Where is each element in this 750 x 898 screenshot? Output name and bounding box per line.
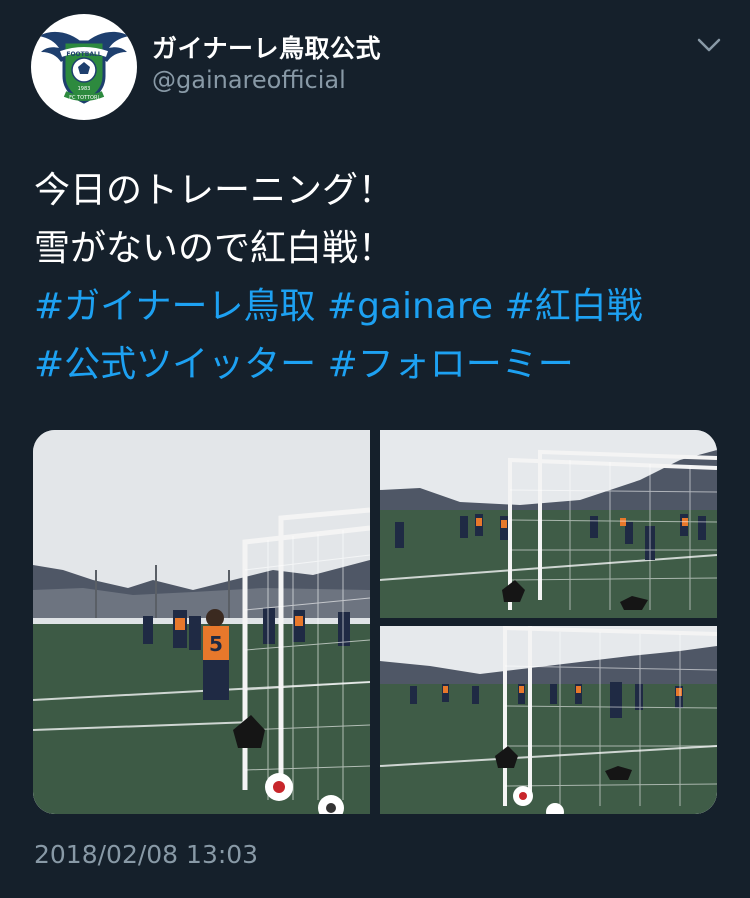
hashtag-line-1: #ガイナーレ鳥取 #gainare #紅白戦 xyxy=(34,278,724,336)
hashtag-link[interactable]: #gainare xyxy=(327,286,493,327)
media-photo-bottom-right[interactable] xyxy=(380,626,717,814)
crest-year-text: 1983 xyxy=(78,86,91,92)
avatar[interactable]: FOOTBALL 1983 FC TOTTORI xyxy=(31,14,137,120)
hashtag-link[interactable]: #紅白戦 xyxy=(504,286,642,327)
media-photo-top-right[interactable] xyxy=(380,430,717,618)
media-photo-main[interactable]: 5 xyxy=(33,430,370,814)
tweet-line-1: 今日のトレーニング！ xyxy=(34,170,395,211)
user-handle[interactable]: @gainareofficial xyxy=(152,66,346,94)
hashtag-link[interactable]: #公式ツイッター xyxy=(34,344,316,385)
tweet-text: 今日のトレーニング！ 雪がないので紅白戦！ #ガイナーレ鳥取 #gainare … xyxy=(34,162,724,394)
chevron-down-icon xyxy=(697,38,721,52)
bib-number: 5 xyxy=(209,632,223,656)
gainare-crest-icon: FOOTBALL 1983 FC TOTTORI xyxy=(39,31,129,104)
hashtag-link[interactable]: #フォローミー xyxy=(328,344,574,385)
media-grid: 5 xyxy=(33,430,717,814)
hashtag-link[interactable]: #ガイナーレ鳥取 xyxy=(34,286,315,327)
crest-bottom-text: FC TOTTORI xyxy=(69,95,99,101)
display-name[interactable]: ガイナーレ鳥取公式 xyxy=(152,29,381,65)
crest-top-text: FOOTBALL xyxy=(66,51,101,58)
tweet-menu-button[interactable] xyxy=(694,30,724,60)
hashtag-line-2: #公式ツイッター #フォローミー xyxy=(34,336,724,394)
tweet-line-2: 雪がないので紅白戦！ xyxy=(34,228,395,269)
tweet-timestamp[interactable]: 2018/02/08 13:03 xyxy=(34,840,258,869)
